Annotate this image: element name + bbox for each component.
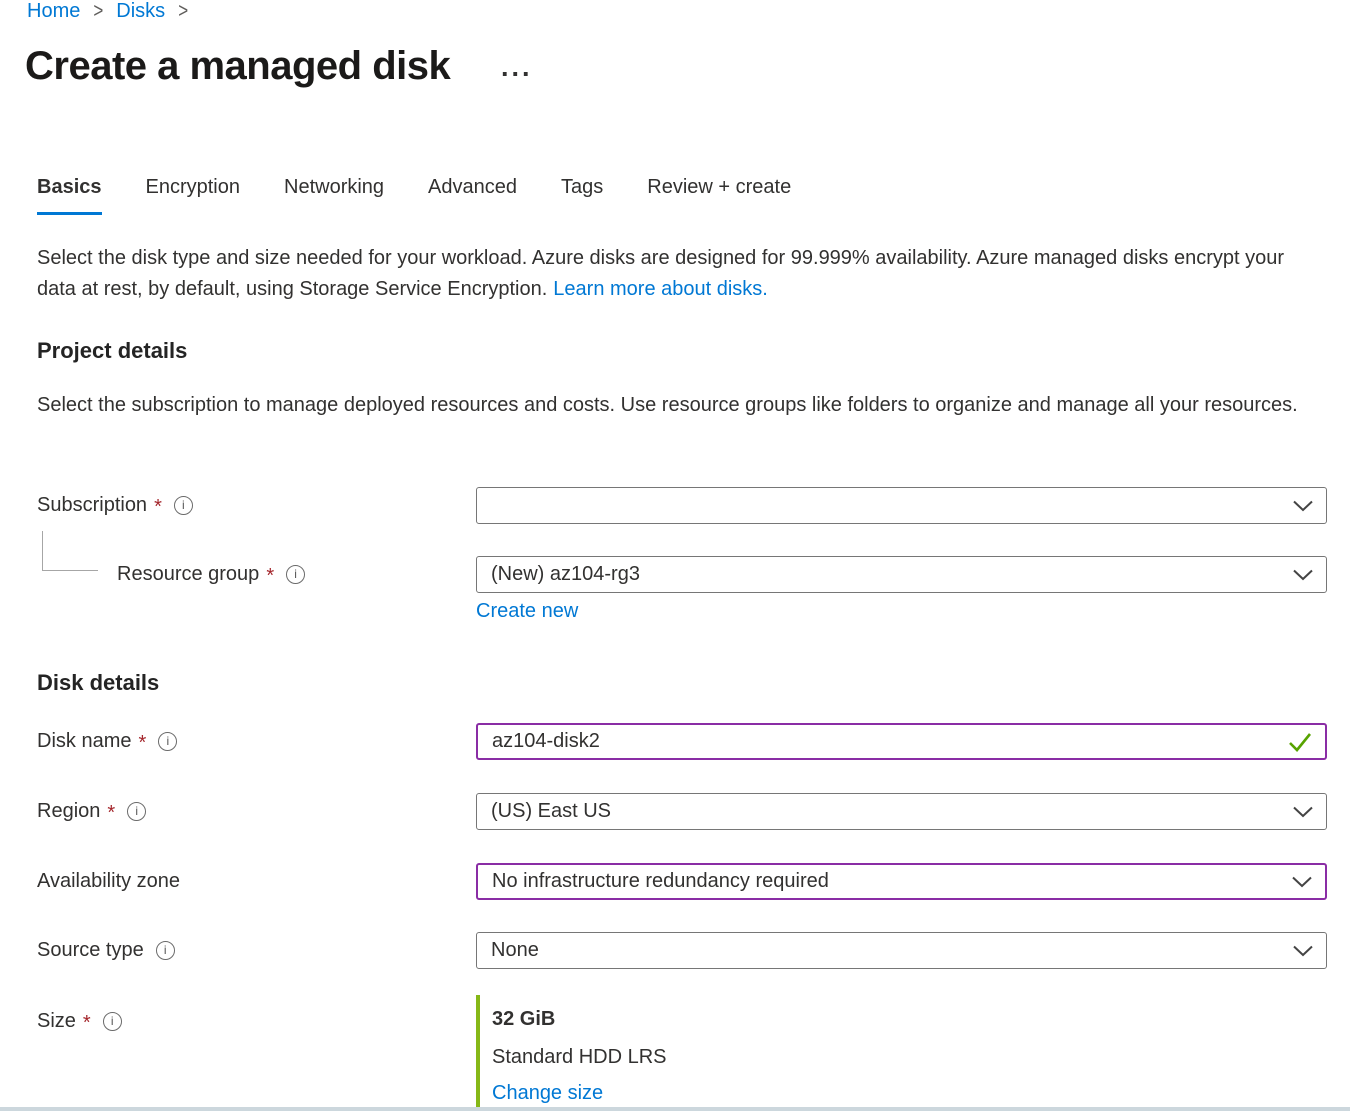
page-title: Create a managed disk [25,44,450,89]
region-value: (US) East US [491,800,611,823]
availability-zone-dropdown[interactable]: No infrastructure redundancy required [476,863,1327,900]
disk-name-input[interactable] [492,725,1281,758]
disk-name-field [476,723,1327,760]
disk-name-label: Disk name * i [37,729,177,753]
tab-advanced[interactable]: Advanced [428,176,517,215]
resource-group-dropdown[interactable]: (New) az104-rg3 [476,556,1327,593]
breadcrumb-separator-icon: > [178,0,188,27]
valid-check-icon [1288,732,1312,752]
availability-zone-label-text: Availability zone [37,869,180,893]
required-asterisk: * [154,495,162,519]
change-size-link[interactable]: Change size [492,1082,603,1105]
size-accent-bar [476,995,480,1111]
chevron-down-icon [1293,569,1313,580]
info-icon[interactable]: i [286,565,305,584]
availability-zone-value: No infrastructure redundancy required [492,870,829,893]
info-icon[interactable]: i [174,496,193,515]
info-icon[interactable]: i [158,732,177,751]
subscription-dropdown[interactable] [476,487,1327,524]
more-options-icon[interactable]: ... [501,52,533,83]
tab-review-create[interactable]: Review + create [647,176,791,215]
size-label: Size * i [37,1009,122,1033]
chevron-down-icon [1293,945,1313,956]
breadcrumb-home-link[interactable]: Home [27,0,80,24]
bottom-edge-divider [0,1107,1350,1111]
breadcrumb-disks-link[interactable]: Disks [116,0,165,24]
resource-group-label: Resource group * i [117,562,305,586]
resource-group-value: (New) az104-rg3 [491,563,640,586]
breadcrumb-separator-icon: > [93,0,103,27]
chevron-down-icon [1293,806,1313,817]
tab-networking[interactable]: Networking [284,176,384,215]
availability-zone-label: Availability zone [37,869,180,893]
create-managed-disk-page: Home > Disks > Create a managed disk ...… [0,0,1350,1111]
disk-name-label-text: Disk name [37,729,131,753]
region-label: Region * i [37,799,146,823]
size-label-text: Size [37,1009,76,1033]
chevron-down-icon [1292,876,1312,887]
tab-basics[interactable]: Basics [37,176,102,215]
source-type-label-text: Source type [37,938,144,962]
tab-encryption[interactable]: Encryption [146,176,241,215]
required-asterisk: * [107,801,115,825]
tab-tags[interactable]: Tags [561,176,603,215]
region-label-text: Region [37,799,100,823]
resource-group-label-text: Resource group [117,562,259,586]
size-sku: Standard HDD LRS [492,1046,667,1069]
chevron-down-icon [1293,500,1313,511]
subscription-label-text: Subscription [37,493,147,517]
info-icon[interactable]: i [127,802,146,821]
required-asterisk: * [83,1011,91,1035]
subscription-label: Subscription * i [37,493,193,517]
region-dropdown[interactable]: (US) East US [476,793,1327,830]
info-icon[interactable]: i [156,941,175,960]
info-icon[interactable]: i [103,1012,122,1031]
project-details-heading: Project details [37,338,187,364]
size-value: 32 GiB [492,1008,555,1031]
intro-paragraph: Select the disk type and size needed for… [37,243,1322,305]
disk-details-heading: Disk details [37,670,159,696]
source-type-value: None [491,939,539,962]
parent-child-connector-line [42,531,98,571]
breadcrumb: Home > Disks > [27,0,188,24]
source-type-label: Source type i [37,938,175,962]
source-type-dropdown[interactable]: None [476,932,1327,969]
tab-bar: Basics Encryption Networking Advanced Ta… [37,176,791,215]
create-new-link[interactable]: Create new [476,600,578,623]
learn-more-link[interactable]: Learn more about disks. [553,278,768,300]
required-asterisk: * [266,564,274,588]
project-details-description: Select the subscription to manage deploy… [37,390,1307,421]
required-asterisk: * [138,731,146,755]
